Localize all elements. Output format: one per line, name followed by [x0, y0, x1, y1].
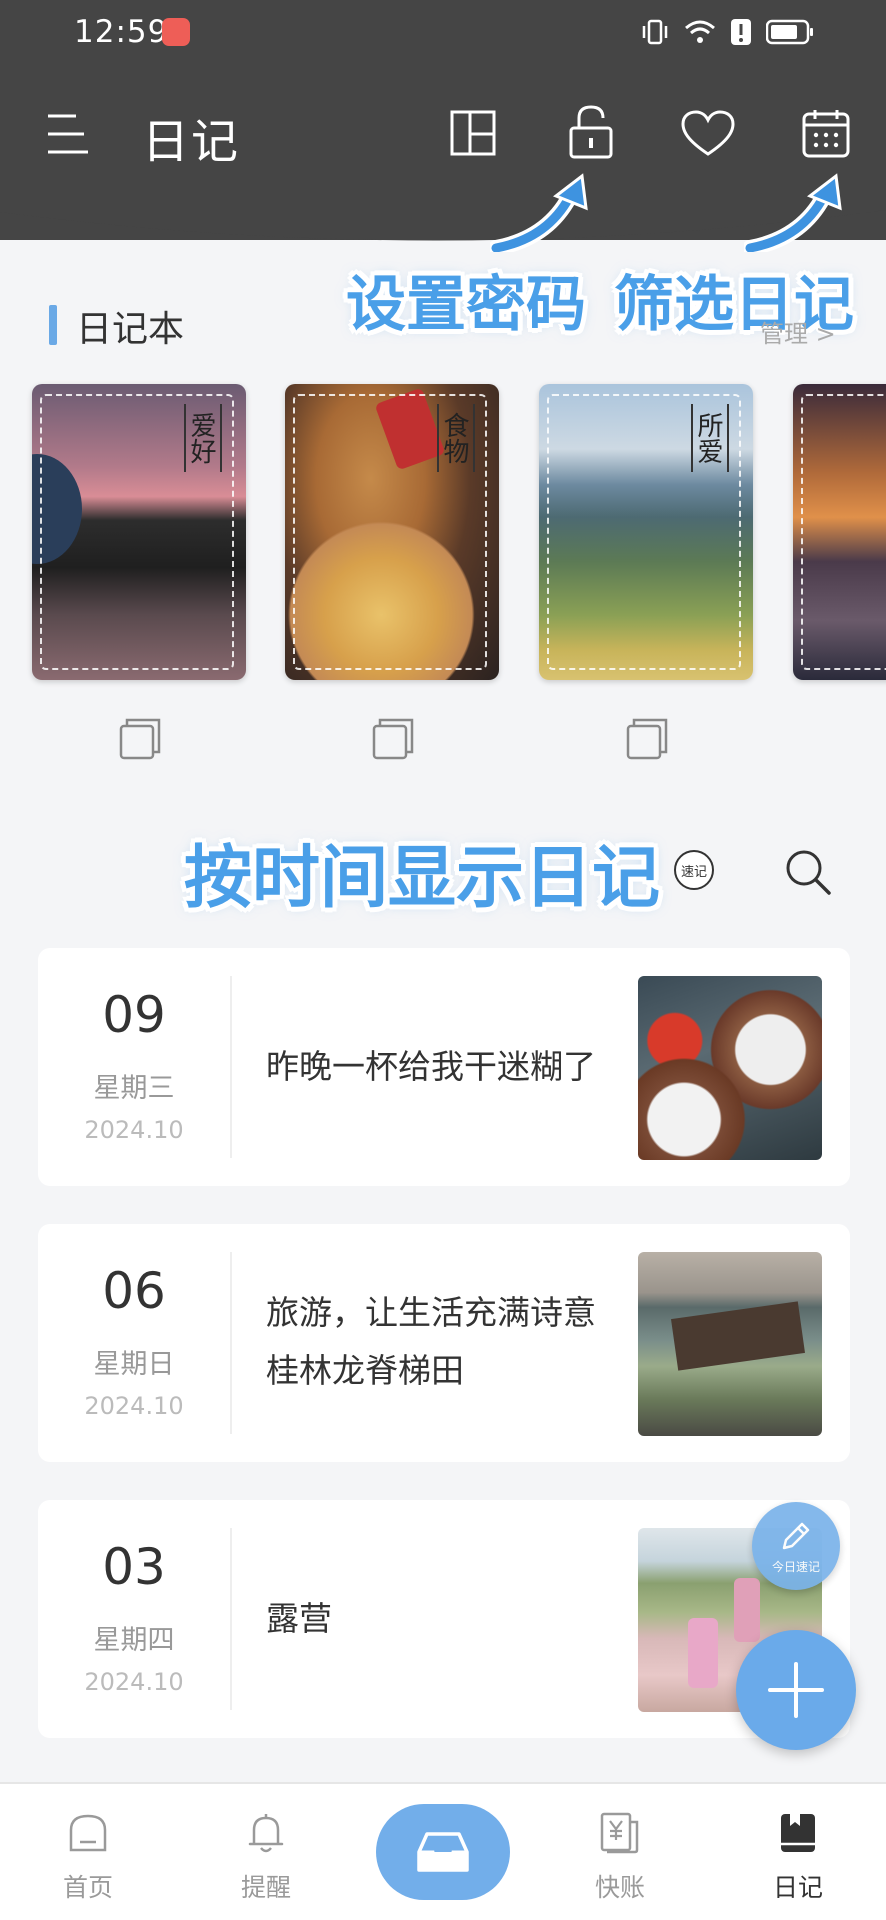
quick-note-button[interactable]: 今日速记 [752, 1502, 840, 1590]
nav-ledger[interactable]: 快账 [560, 1812, 680, 1904]
add-entry-button[interactable] [736, 1630, 856, 1750]
diary-entry[interactable]: 06 星期日 2024.10 旅游，让生活充满诗意桂林龙脊梯田 [38, 1224, 850, 1462]
entry-thumbnail [638, 1252, 822, 1436]
notebook-dashed-border [801, 394, 886, 670]
filter-arrow-icon [744, 173, 842, 252]
alert-icon [731, 19, 751, 45]
callout-timeline: 按时间显示日记 [184, 839, 661, 918]
page-title: 日记 [142, 115, 240, 170]
entry-day: 09 [102, 986, 166, 1044]
entry-divider [230, 1252, 232, 1434]
nav-remind[interactable]: 提醒 [206, 1812, 326, 1904]
notebook-card-food[interactable]: 食物 [285, 384, 499, 680]
entry-year-month: 2024.10 [84, 1668, 184, 1696]
status-icons [640, 18, 814, 46]
notebook-tag: 所爱 [691, 404, 729, 472]
copy-icon[interactable] [372, 718, 414, 760]
plus-icon [768, 1662, 824, 1718]
diary-entry[interactable]: 03 星期四 2024.10 露营 [38, 1500, 850, 1738]
entry-divider [230, 1528, 232, 1710]
entry-weekday: 星期四 [93, 1625, 175, 1656]
nav-diary[interactable]: 日记 [738, 1812, 858, 1904]
lock-icon[interactable] [568, 104, 614, 160]
diary-entry[interactable]: 09 星期三 2024.10 昨晚一杯给我干迷糊了 [38, 948, 850, 1186]
notebook-tag: 爱好 [184, 404, 222, 472]
heart-icon[interactable] [681, 110, 735, 158]
ledger-icon [600, 1812, 639, 1854]
nav-label: 首页 [62, 1873, 113, 1902]
battery-icon [766, 19, 813, 45]
notebook-tag: 食物 [437, 404, 475, 472]
entry-text: 露营 [266, 1599, 332, 1638]
home-icon [69, 1814, 107, 1852]
section-accent-bar [49, 305, 57, 345]
nav-inbox-button[interactable] [376, 1804, 510, 1900]
entry-year-month: 2024.10 [84, 1116, 184, 1144]
entry-thumbnail-ticket [671, 1301, 805, 1371]
notebook-card-hobby[interactable]: 爱好 [32, 384, 246, 680]
copy-icon[interactable] [119, 718, 161, 760]
entry-divider [230, 976, 232, 1158]
entry-text: 旅游，让生活充满诗意桂林龙脊梯田 [266, 1293, 596, 1390]
copy-icon[interactable] [626, 718, 668, 760]
entry-thumbnail [638, 976, 822, 1160]
nav-label: 日记 [772, 1873, 823, 1902]
layout-icon[interactable] [450, 110, 496, 156]
entry-day: 06 [102, 1262, 166, 1320]
diary-app-screen: 12:59 日记 设置密码 筛选日记 日记本 管理 > 爱好 食物 所爱 按时间… [0, 0, 886, 1920]
bottom-navigation: 首页 提醒 快账 日记 [0, 1782, 886, 1920]
entry-day: 03 [102, 1538, 166, 1596]
notebooks-title: 日记本 [76, 309, 185, 350]
vibrate-icon [642, 19, 668, 45]
menu-icon[interactable] [46, 112, 90, 156]
entry-thumbnail-can [688, 1618, 718, 1688]
quick-note-badge[interactable]: 速记 [674, 850, 714, 890]
entry-weekday: 星期三 [93, 1073, 175, 1104]
nav-label: 快账 [594, 1873, 645, 1902]
password-arrow-icon [490, 173, 588, 252]
notebooks-manage-link[interactable]: 管理 > [760, 314, 836, 349]
wifi-icon [685, 20, 715, 43]
entry-year-month: 2024.10 [84, 1392, 184, 1420]
nav-home[interactable]: 首页 [28, 1812, 148, 1904]
calendar-icon[interactable] [802, 108, 850, 158]
search-icon[interactable] [784, 848, 832, 896]
diary-book-icon [781, 1814, 815, 1852]
entry-text: 昨晚一杯给我干迷糊了 [266, 1047, 596, 1086]
entry-thumbnail-can [734, 1578, 760, 1642]
inbox-icon [417, 1832, 469, 1872]
status-time: 12:59 [74, 14, 169, 50]
entry-weekday: 星期日 [93, 1349, 175, 1380]
pencil-icon [782, 1522, 810, 1549]
nav-label: 提醒 [240, 1873, 291, 1902]
notebook-card-street[interactable] [793, 384, 886, 680]
notification-app-icon [162, 18, 190, 46]
callout-set-password: 设置密码 [346, 270, 586, 340]
quick-note-label: 今日速记 [771, 1559, 820, 1574]
bell-icon [248, 1814, 284, 1853]
notebook-card-love[interactable]: 所爱 [539, 384, 753, 680]
